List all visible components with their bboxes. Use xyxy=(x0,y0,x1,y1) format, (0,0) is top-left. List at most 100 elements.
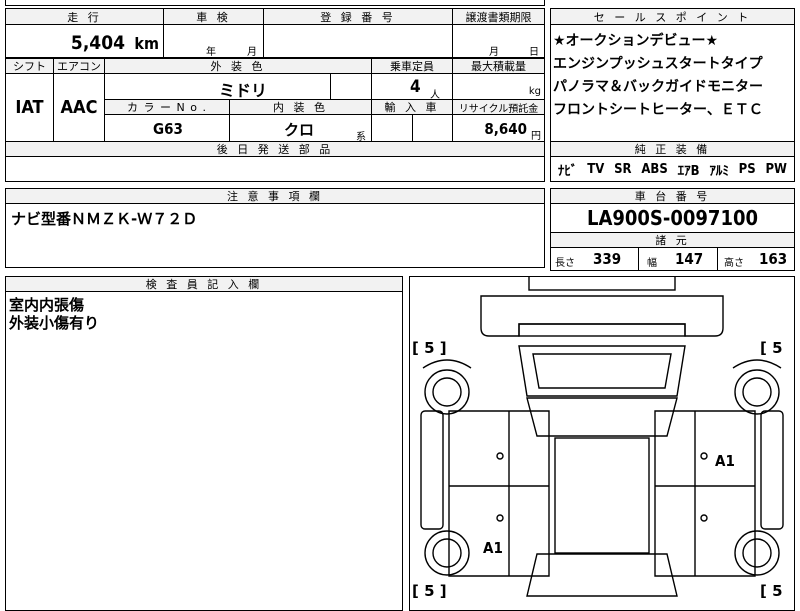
wheel-front-left xyxy=(424,369,470,415)
specs-width-cell: 幅 147 xyxy=(638,247,718,271)
wheel-front-right-inner xyxy=(742,377,772,407)
left-front-handle xyxy=(496,452,504,460)
interior-color-suffix: 系 xyxy=(356,132,366,142)
car-diagram-frame: [ 5 ] [ 5 [ 5 ] [ 5 A1 A1 xyxy=(409,276,795,611)
equipment-label: 純 正 装 備 xyxy=(634,143,711,156)
max-load-header: 最大積載量 xyxy=(452,58,545,74)
equipment-ps: PS xyxy=(738,161,756,177)
right-side-body xyxy=(654,410,756,577)
wheel-front-right xyxy=(734,369,780,415)
wheel-rear-left-inner xyxy=(432,538,462,568)
capacity-header: 乗車定員 xyxy=(371,58,453,74)
recycle-cell: 8,640 円 xyxy=(452,114,545,142)
sales-point-3: パノラマ＆バックガイドモニター xyxy=(553,79,763,95)
roof xyxy=(554,437,650,554)
later-parts-header: 後 日 発 送 部 品 xyxy=(5,141,545,157)
capacity-value: 4 xyxy=(410,77,421,97)
capacity-label: 乗車定員 xyxy=(390,60,434,73)
color-no-cell: G63 xyxy=(104,114,230,142)
wheel-rear-right xyxy=(734,530,780,576)
damage-right-mark: A1 xyxy=(715,452,735,470)
recycle-unit: 円 xyxy=(531,131,541,142)
recycle-header: リサイクル預託金 xyxy=(452,99,545,115)
recycle-value: 8,640 xyxy=(484,120,527,138)
wheel-rear-left xyxy=(424,530,470,576)
hood-inner xyxy=(532,353,672,389)
bumper-slot xyxy=(518,323,686,337)
transfer-label: 譲渡書類期限 xyxy=(465,10,532,24)
specs-height-cell: 高さ 163 xyxy=(717,247,795,271)
wheel-front-left-inner xyxy=(432,377,462,407)
shift-value: IAT xyxy=(15,97,44,118)
equipment-airbag: ｴｱB xyxy=(677,163,700,179)
mileage-value: 5,404 xyxy=(70,32,125,54)
tire-fr-value: 5 xyxy=(772,339,783,357)
aircon-value: AAC xyxy=(60,97,98,118)
top-stub-row xyxy=(5,0,545,6)
registration-header: 登 録 番 号 xyxy=(263,8,453,25)
capacity-cell: 4 人 xyxy=(371,73,453,100)
shift-header: シフト xyxy=(5,58,54,74)
specs-width-value: 147 xyxy=(675,250,704,268)
exterior-color-label: 外 装 色 xyxy=(210,60,266,73)
registration-cell xyxy=(263,24,453,58)
right-rear-handle xyxy=(700,514,708,522)
exterior-color-sub-cell xyxy=(330,73,372,100)
tire-rr-value: 5 xyxy=(772,582,783,600)
tire-fr-mark: [ 5 xyxy=(760,339,783,357)
shift-cell: IAT xyxy=(5,73,54,142)
max-load-cell: kg xyxy=(452,73,545,100)
equipment-sr: SR xyxy=(614,161,632,177)
chassis-value: LA900S-0097100 xyxy=(586,206,758,230)
notes-cell: ナビ型番ＮＭＺＫ-Ｗ７２Ｄ xyxy=(5,203,545,268)
chassis-label: 車 台 番 号 xyxy=(634,190,711,203)
chassis-header: 車 台 番 号 xyxy=(550,188,795,204)
shift-label: シフト xyxy=(13,60,46,73)
transfer-day-unit: 日 xyxy=(529,47,539,58)
aircon-header: エアコン xyxy=(53,58,105,74)
front-right-fender xyxy=(732,359,782,369)
inspector-cell: 室内内張傷 外装小傷有り xyxy=(5,291,403,611)
sales-points-label: セ ー ル ス ポ イ ン ト xyxy=(593,10,752,24)
specs-length-cell: 長さ 339 xyxy=(550,247,639,271)
color-no-value: G63 xyxy=(153,120,183,138)
specs-height-label: 高さ xyxy=(724,258,744,269)
specs-header: 諸 元 xyxy=(550,232,795,248)
tire-rl-mark: [ 5 ] xyxy=(412,582,447,600)
inspector-header: 検 査 員 記 入 欄 xyxy=(5,276,403,292)
inspector-label: 検 査 員 記 入 欄 xyxy=(145,278,263,291)
equipment-alloy: ｱﾙﾐ xyxy=(709,163,729,179)
mileage-header: 走 行 xyxy=(5,8,164,25)
max-load-unit: kg xyxy=(528,86,541,97)
color-no-label: カ ラ ー N o . xyxy=(127,101,207,114)
import-header: 輸 入 車 xyxy=(371,99,453,115)
max-load-label: 最大積載量 xyxy=(471,60,526,73)
recycle-label: リサイクル預託金 xyxy=(458,103,539,115)
right-front-handle xyxy=(700,452,708,460)
inspection-header: 車 検 xyxy=(163,8,264,25)
equipment-navi: ﾅﾋﾞ xyxy=(557,163,578,179)
later-parts-cell xyxy=(5,156,545,182)
tire-fl-value: 5 xyxy=(424,339,435,357)
specs-length-value: 339 xyxy=(593,250,622,268)
right-sill xyxy=(760,410,784,530)
interior-color-label: 内 装 色 xyxy=(273,101,328,114)
specs-label: 諸 元 xyxy=(655,234,690,247)
later-parts-label: 後 日 発 送 部 品 xyxy=(216,143,334,156)
equipment-tv: TV xyxy=(587,161,605,177)
chassis-cell: LA900S-0097100 xyxy=(550,203,795,233)
equipment-pw: PW xyxy=(765,161,787,177)
top-bar xyxy=(528,276,676,291)
import-cell-left xyxy=(371,114,413,142)
front-left-fender xyxy=(422,359,472,369)
car-diagram xyxy=(420,276,784,597)
inspection-label: 車 検 xyxy=(196,10,231,24)
aircon-label: エアコン xyxy=(57,60,101,73)
left-rear-handle xyxy=(496,514,504,522)
tire-fl-mark: [ 5 ] xyxy=(412,339,447,357)
front-bumper xyxy=(480,295,724,337)
inspection-year-unit: 年 xyxy=(206,47,216,58)
import-cell-right xyxy=(412,114,453,142)
exterior-color-cell: ミドリ xyxy=(104,73,331,100)
left-sill xyxy=(420,410,444,530)
